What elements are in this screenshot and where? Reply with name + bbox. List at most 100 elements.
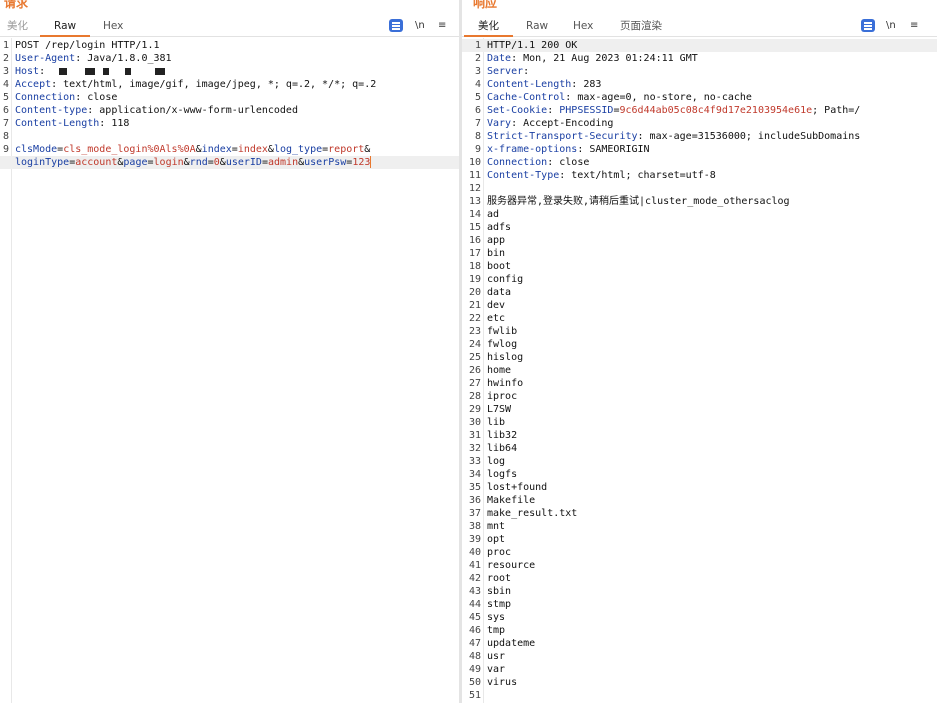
line-number: 24 bbox=[468, 339, 481, 350]
tab-pretty[interactable]: 美化 bbox=[7, 18, 28, 34]
tab-pretty[interactable]: 美化 bbox=[464, 18, 513, 37]
tab-hex[interactable]: Hex bbox=[573, 18, 593, 34]
wrap-lines-icon[interactable] bbox=[861, 19, 875, 32]
tab-render[interactable]: 页面渲染 bbox=[620, 18, 662, 34]
code-line: 49 var bbox=[462, 663, 937, 676]
header-name: Content-Length bbox=[487, 79, 572, 90]
code-line: 24 fwlog bbox=[462, 338, 937, 351]
line-content: ad bbox=[487, 208, 499, 221]
line-content: hislog bbox=[487, 351, 523, 364]
line-content: log bbox=[487, 455, 505, 468]
line-number: 6 bbox=[474, 105, 481, 116]
header-value: opt bbox=[487, 534, 506, 545]
header-value: virus bbox=[487, 677, 518, 688]
line-number: 18 bbox=[468, 261, 481, 272]
header-name: Set-Cookie bbox=[487, 105, 548, 116]
redacted-block bbox=[125, 68, 131, 75]
response-editor[interactable]: 1 HTTP/1.1 200 OK 2 Date: Mon, 21 Aug 2023 … bbox=[462, 38, 937, 703]
line-content: loginType=account&page=login&rnd=0&userI… bbox=[15, 156, 372, 169]
code-line: 26 home bbox=[462, 364, 937, 377]
code-line: 9 x-frame-options: SAMEORIGIN bbox=[462, 143, 937, 156]
request-tabs: 美化 Raw Hex \n ≡ bbox=[0, 17, 459, 37]
tab-hex[interactable]: Hex bbox=[103, 18, 123, 34]
code-line: 38 mnt bbox=[462, 520, 937, 533]
param-name: loginType bbox=[15, 157, 70, 168]
line-content: proc bbox=[487, 546, 511, 559]
code-line: 29 L7SW bbox=[462, 403, 937, 416]
param-name: index bbox=[201, 144, 232, 155]
line-number: 8 bbox=[474, 131, 481, 142]
param-name: userID bbox=[225, 157, 262, 168]
menu-icon[interactable]: ≡ bbox=[438, 19, 446, 33]
line-content: opt bbox=[487, 533, 505, 546]
request-pane: 请求 美化 Raw Hex \n ≡ 1 POST /rep/login HTTP… bbox=[0, 0, 459, 703]
code-line: 7 Content-Length: 118 bbox=[0, 117, 459, 130]
line-content: var bbox=[487, 663, 505, 676]
line-number: 9 bbox=[474, 144, 481, 155]
line-content: dev bbox=[487, 299, 505, 312]
header-value: hislog bbox=[487, 352, 524, 363]
header-name: Connection bbox=[15, 92, 76, 103]
show-newlines-button[interactable]: \n bbox=[886, 19, 896, 33]
line-content: sbin bbox=[487, 585, 511, 598]
code-line: 16 app bbox=[462, 234, 937, 247]
code-line: 47 updateme bbox=[462, 637, 937, 650]
header-value: app bbox=[487, 235, 506, 246]
line-number: 37 bbox=[468, 508, 481, 519]
line-number: 12 bbox=[468, 183, 481, 194]
line-number: 38 bbox=[468, 521, 481, 532]
redacted-block bbox=[85, 68, 95, 75]
header-value: fwlib bbox=[487, 326, 518, 337]
header-value: sbin bbox=[487, 586, 512, 597]
param-value: login bbox=[153, 157, 184, 168]
header-value: : 283 bbox=[571, 79, 602, 90]
line-number: 7 bbox=[474, 118, 481, 129]
line-number: 5 bbox=[474, 92, 481, 103]
code-line: 45 sys bbox=[462, 611, 937, 624]
code-line: 30 lib bbox=[462, 416, 937, 429]
line-number: 29 bbox=[468, 404, 481, 415]
line-number: 23 bbox=[468, 326, 481, 337]
line-number: 50 bbox=[468, 677, 481, 688]
header-value: : SAMEORIGIN bbox=[577, 144, 650, 155]
header-value: : text/html; charset=utf-8 bbox=[559, 170, 716, 181]
request-editor[interactable]: 1 POST /rep/login HTTP/1.1 2 User-Agent: Ja… bbox=[0, 38, 459, 703]
tab-raw[interactable]: Raw bbox=[39, 18, 91, 37]
line-content: usr bbox=[487, 650, 505, 663]
line-content: bin bbox=[487, 247, 505, 260]
header-name: Accept bbox=[15, 79, 52, 90]
line-number: 8 bbox=[2, 131, 9, 142]
wrap-lines-icon[interactable] bbox=[389, 19, 403, 32]
header-value: logfs bbox=[487, 469, 518, 480]
line-number: 41 bbox=[468, 560, 481, 571]
line-content: virus bbox=[487, 676, 517, 689]
tab-raw[interactable]: Raw bbox=[526, 18, 548, 34]
line-number: 3 bbox=[474, 66, 481, 77]
line-content: lib bbox=[487, 416, 505, 429]
line-content: root bbox=[487, 572, 511, 585]
code-line: 4 Content-Length: 283 bbox=[462, 78, 937, 91]
line-number: 27 bbox=[468, 378, 481, 389]
line-number: 16 bbox=[468, 235, 481, 246]
code-line: 8 bbox=[0, 130, 459, 143]
line-content: fwlog bbox=[487, 338, 517, 351]
menu-icon[interactable]: ≡ bbox=[910, 19, 918, 33]
code-line: 12 bbox=[462, 182, 937, 195]
line-number: 20 bbox=[468, 287, 481, 298]
param-separator: & bbox=[364, 144, 371, 155]
code-line: 17 bin bbox=[462, 247, 937, 260]
line-content: mnt bbox=[487, 520, 505, 533]
code-line: 14 ad bbox=[462, 208, 937, 221]
param-value: admin bbox=[267, 157, 299, 168]
line-number: 5 bbox=[2, 92, 9, 103]
cookie-attrs: ; Path=/ bbox=[812, 105, 861, 116]
header-value: : text/html, image/gif, image/jpeg, *; q… bbox=[51, 79, 377, 90]
header-value: L7SW bbox=[487, 404, 512, 415]
code-line: loginType=account&page=login&rnd=0&userI… bbox=[0, 156, 459, 169]
line-content: Content-Length: 118 bbox=[15, 117, 129, 130]
code-line: 4 Accept: text/html, image/gif, image/jpe… bbox=[0, 78, 459, 91]
header-value: home bbox=[487, 365, 512, 376]
text-cursor bbox=[370, 156, 372, 168]
show-newlines-button[interactable]: \n bbox=[415, 19, 425, 33]
header-value: root bbox=[487, 573, 512, 584]
